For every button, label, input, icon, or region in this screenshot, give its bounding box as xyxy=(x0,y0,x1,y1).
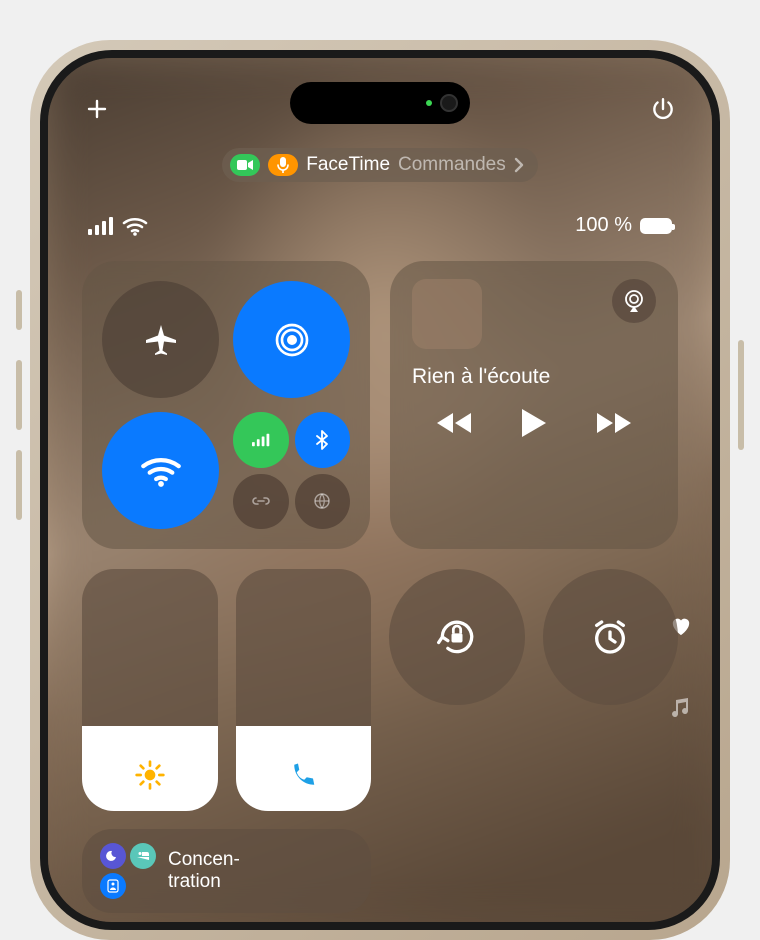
airplay-icon xyxy=(622,290,646,312)
wifi-icon xyxy=(122,216,148,236)
battery-icon xyxy=(640,218,672,234)
forward-button[interactable] xyxy=(595,410,633,436)
play-icon xyxy=(520,407,548,439)
bluetooth-button[interactable] xyxy=(295,412,351,468)
rewind-button[interactable] xyxy=(435,410,473,436)
bed-icon xyxy=(130,843,156,869)
forward-icon xyxy=(595,410,633,436)
moon-icon xyxy=(100,843,126,869)
cellular-data-button[interactable] xyxy=(233,412,289,468)
phone-icon xyxy=(288,761,318,791)
power-button[interactable] xyxy=(648,94,678,124)
side-button xyxy=(16,290,22,330)
pill-app-label: FaceTime xyxy=(306,154,390,176)
status-bar: 100 % xyxy=(82,214,678,237)
link-icon xyxy=(252,495,270,507)
cellular-bars-icon xyxy=(252,433,270,447)
rewind-icon xyxy=(435,410,473,436)
id-icon xyxy=(100,873,126,899)
screen: FaceTime Commandes 100 % xyxy=(40,50,720,930)
mic-pill-icon xyxy=(268,154,298,176)
activity-pill[interactable]: FaceTime Commandes xyxy=(222,148,537,182)
hotspot-button[interactable] xyxy=(233,474,289,530)
alarm-icon xyxy=(590,617,630,657)
cellular-icon xyxy=(88,217,114,235)
video-icon xyxy=(237,159,253,171)
satellite-button[interactable] xyxy=(295,474,351,530)
album-art xyxy=(412,279,482,349)
mic-icon xyxy=(277,157,289,173)
dynamic-island xyxy=(290,82,470,124)
orientation-lock-button[interactable] xyxy=(389,569,525,705)
phone-frame: FaceTime Commandes 100 % xyxy=(30,40,730,940)
play-button[interactable] xyxy=(520,407,548,439)
connectivity-tile[interactable] xyxy=(82,261,370,549)
plus-icon xyxy=(85,97,109,121)
side-button xyxy=(16,360,22,430)
airplane-icon xyxy=(143,322,179,358)
globe-icon xyxy=(313,492,331,510)
now-playing-label: Rien à l'écoute xyxy=(412,365,656,389)
airdrop-icon xyxy=(272,320,312,360)
focus-label: Concen- tration xyxy=(168,849,240,893)
video-pill-icon xyxy=(230,154,260,176)
sun-icon xyxy=(134,759,166,791)
bluetooth-icon xyxy=(316,430,328,450)
side-button xyxy=(16,450,22,520)
battery-percent: 100 % xyxy=(575,214,632,237)
camera-lens xyxy=(440,94,458,112)
alarm-button[interactable] xyxy=(543,569,679,705)
wifi-button[interactable] xyxy=(102,412,219,529)
pill-secondary-label: Commandes xyxy=(398,154,506,176)
focus-tile[interactable]: Concen- tration xyxy=(82,829,371,913)
camera-indicator-dot xyxy=(426,100,432,106)
connectivity-cluster[interactable] xyxy=(233,412,350,529)
media-tile[interactable]: Rien à l'écoute xyxy=(390,261,678,549)
wifi-icon xyxy=(140,454,182,488)
airplane-mode-button[interactable] xyxy=(102,281,219,398)
add-control-button[interactable] xyxy=(82,94,112,124)
side-button xyxy=(738,340,744,450)
airplay-button[interactable] xyxy=(612,279,656,323)
orientation-lock-icon xyxy=(435,615,479,659)
brightness-slider[interactable] xyxy=(82,569,218,811)
power-icon xyxy=(650,96,676,122)
volume-slider[interactable] xyxy=(236,569,372,811)
chevron-right-icon xyxy=(514,157,524,173)
airdrop-button[interactable] xyxy=(233,281,350,398)
